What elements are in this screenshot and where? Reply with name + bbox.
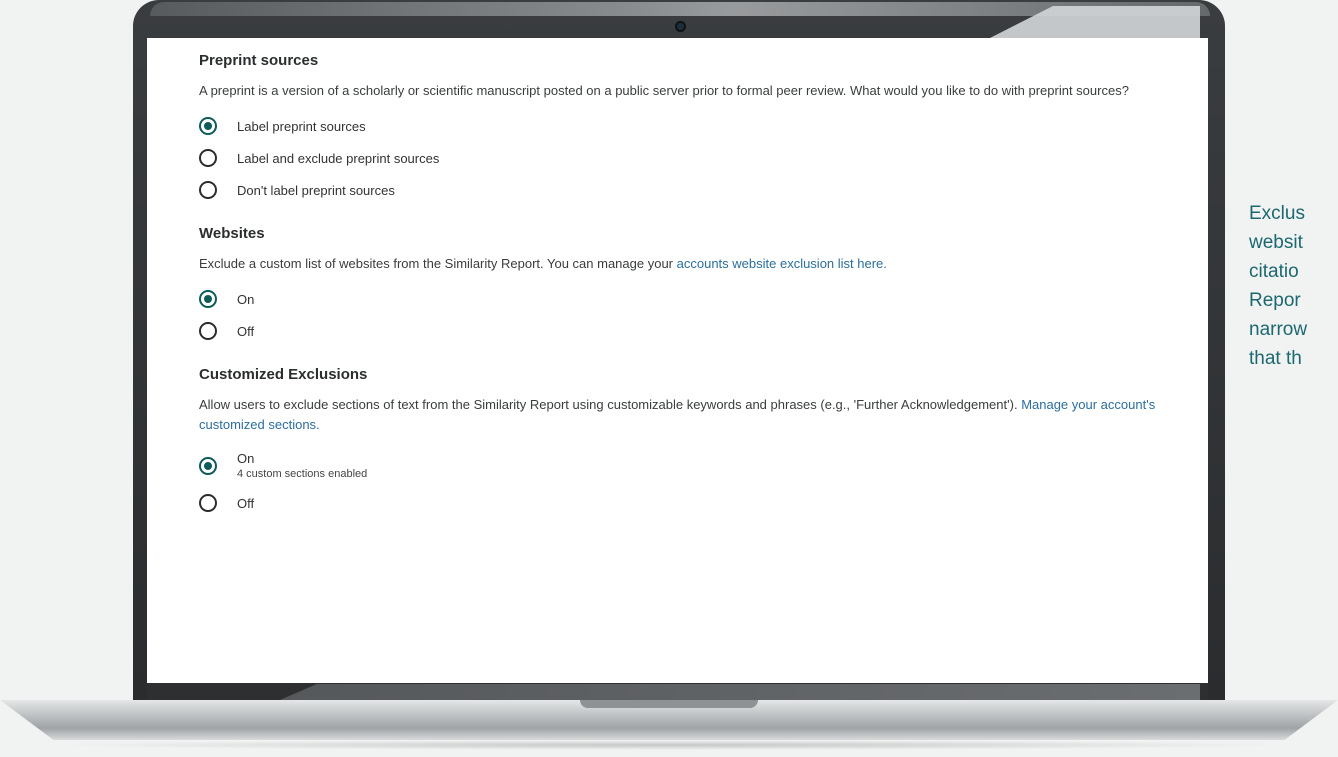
website-exclusion-link[interactable]: accounts website exclusion list here.	[677, 256, 887, 271]
option-label: Off	[237, 495, 255, 511]
radio-unchecked[interactable]	[199, 181, 217, 199]
radio-checked[interactable]	[199, 117, 217, 135]
caption-line: websit	[1249, 232, 1303, 253]
section-description: Exclude a custom list of websites from t…	[199, 254, 1159, 274]
side-caption: Exclus websit citatio Repor narrow that …	[1249, 199, 1338, 373]
radio-checked[interactable]	[199, 290, 217, 308]
section-title: Websites	[199, 225, 265, 242]
laptop-notch	[580, 700, 758, 708]
preprint-option-label[interactable]: Label preprint sources	[199, 117, 1159, 135]
webcam-icon	[675, 21, 686, 32]
custom-exclusions-option-on[interactable]: On 4 custom sections enabled	[199, 451, 1159, 480]
option-label: Label preprint sources	[237, 118, 366, 134]
option-label: Don't label preprint sources	[237, 182, 395, 198]
websites-options: On Off	[199, 290, 1159, 340]
caption-line: Exclus	[1249, 203, 1305, 224]
websites-option-off[interactable]: Off	[199, 322, 1159, 340]
preprint-option-dont-label[interactable]: Don't label preprint sources	[199, 181, 1159, 199]
option-label: Off	[237, 323, 255, 339]
caption-line: citatio	[1249, 261, 1299, 282]
customized-exclusions-section: Customized Exclusions Allow users to exc…	[199, 366, 1159, 512]
laptop-shadow	[40, 740, 1298, 750]
preprint-option-label-exclude[interactable]: Label and exclude preprint sources	[199, 149, 1159, 167]
option-label: Label and exclude preprint sources	[237, 150, 440, 166]
caption-line: narrow	[1249, 319, 1308, 340]
caption-line: that th	[1249, 348, 1302, 369]
section-description: A preprint is a version of a scholarly o…	[199, 83, 1129, 98]
radio-unchecked[interactable]	[199, 322, 217, 340]
description-text: Exclude a custom list of websites from t…	[199, 256, 673, 271]
section-description: Allow users to exclude sections of text …	[199, 395, 1159, 435]
radio-unchecked[interactable]	[199, 149, 217, 167]
websites-option-on[interactable]: On	[199, 290, 1159, 308]
radio-unchecked[interactable]	[199, 494, 217, 512]
description-text: Allow users to exclude sections of text …	[199, 397, 1018, 412]
section-title: Preprint sources	[199, 52, 319, 69]
radio-checked[interactable]	[199, 456, 217, 475]
bezel-reflection	[280, 684, 1200, 700]
caption-line: Repor	[1249, 290, 1301, 311]
preprint-sources-section: Preprint sources A preprint is a version…	[199, 52, 1159, 199]
settings-panel: Preprint sources A preprint is a version…	[199, 52, 1159, 538]
websites-section: Websites Exclude a custom list of websit…	[199, 225, 1159, 340]
preprint-options: Label preprint sources Label and exclude…	[199, 117, 1159, 199]
option-label: On	[237, 291, 255, 307]
option-sublabel: 4 custom sections enabled	[237, 468, 368, 480]
custom-exclusions-options: On 4 custom sections enabled Off	[199, 451, 1159, 512]
section-title: Customized Exclusions	[199, 366, 368, 383]
option-text: On 4 custom sections enabled	[237, 451, 367, 480]
custom-exclusions-option-off[interactable]: Off	[199, 494, 1159, 512]
laptop-screen: Preprint sources A preprint is a version…	[147, 38, 1208, 683]
option-label: On	[237, 451, 255, 466]
